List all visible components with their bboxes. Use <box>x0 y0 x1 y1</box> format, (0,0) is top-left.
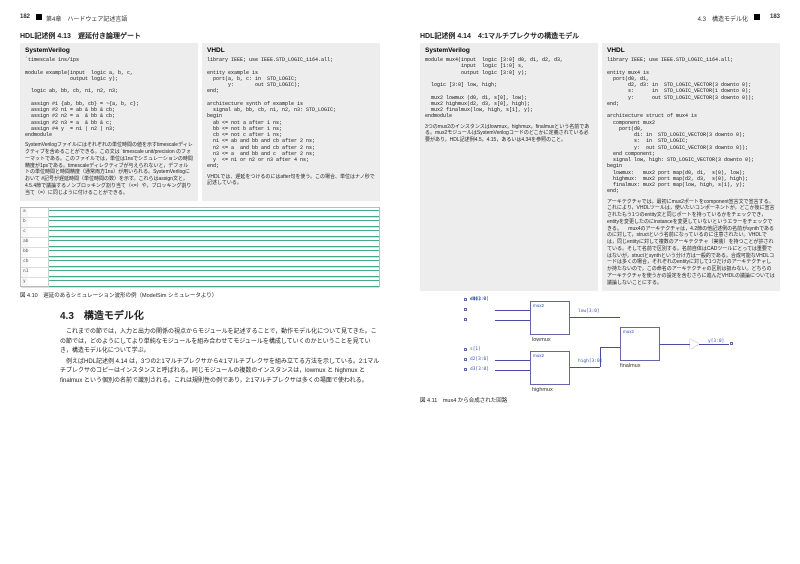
wave-row: bb <box>21 248 379 258</box>
wave-signal-trace <box>49 238 379 247</box>
sv-heading: SystemVerilog <box>25 47 193 54</box>
sv-note-413: SystemVerilogファイルにはそれぞれの単位時間の値を示すtimesca… <box>25 142 193 196</box>
pin-icon <box>464 358 467 361</box>
port-low: low[3:0] <box>578 309 600 314</box>
mux2-label: mux2 <box>533 303 544 308</box>
finalmux-name: finalmux <box>620 363 640 369</box>
section-title: 4.3 構造モデル化 <box>698 14 748 23</box>
wave-row: y <box>21 278 379 288</box>
example-4-13-title: HDL記述例 4.13 遅延付き論理ゲート <box>20 31 380 41</box>
systemverilog-box-414: SystemVerilog module mux4(input logic [3… <box>420 43 598 291</box>
code-grid-4-14: SystemVerilog module mux4(input logic [3… <box>420 43 780 291</box>
wave-signal-trace <box>49 268 379 277</box>
vhdl-code-413: library IEEE; use IEEE.STD_LOGIC_1164.al… <box>207 57 375 170</box>
wire <box>600 347 601 367</box>
waveform-figure: abcabbbcbn1y <box>20 207 380 287</box>
example-4-14-title: HDL記述例 4.14 4:1マルチプレクサの構造モデル <box>420 31 780 41</box>
figure-4-11-caption: 図 4.11 mux4 から合成された回路 <box>420 396 780 404</box>
pin-icon <box>464 348 467 351</box>
vhdl-code-414: library IEEE; use IEEE.STD_LOGIC_1164.al… <box>607 57 775 195</box>
sv-note-414: 3つのmux2のインスタンスはlowmux，highmux，finalmuxとい… <box>425 124 593 144</box>
wave-signal-label: a <box>21 208 49 217</box>
wave-signal-label: cb <box>21 258 49 267</box>
finalmux-block: mux2 <box>620 327 660 361</box>
mux2-label: mux2 <box>623 329 634 334</box>
wire <box>570 317 620 318</box>
lowmux-block: mux2 <box>530 301 570 335</box>
wave-signal-label: bb <box>21 248 49 257</box>
wave-row: n1 <box>21 268 379 278</box>
port-d1: d1[3:0] <box>470 297 489 302</box>
mux2-label: mux2 <box>533 353 544 358</box>
wave-signal-trace <box>49 258 379 267</box>
wire <box>699 344 729 345</box>
wave-signal-trace <box>49 208 379 217</box>
highmux-block: mux2 <box>530 351 570 385</box>
vhdl-box-414: VHDL library IEEE; use IEEE.STD_LOGIC_11… <box>602 43 780 291</box>
section-4-3-heading: 4.3 構造モデル化 <box>60 307 380 322</box>
body-paragraph-2: 例えばHDL記述例 4.14 は，3つの2:1マルチプレクサから4:1マルチプレ… <box>60 358 380 386</box>
wire <box>600 347 620 348</box>
vhdl-box-413: VHDL library IEEE; use IEEE.STD_LOGIC_11… <box>202 43 380 201</box>
vhdl-note-413: VHDLでは、遅延をつけるのにはafter句を使う。この場合、単位はナノ秒で記述… <box>207 174 375 188</box>
pin-icon <box>464 368 467 371</box>
wire <box>495 320 530 321</box>
wire <box>495 370 530 371</box>
page-number: 182 <box>20 14 30 23</box>
wave-row: c <box>21 228 379 238</box>
figure-4-10-caption: 図 4.10 遅延のあるシミュレーション波形の例（ModelSim シミュレータ… <box>20 291 380 299</box>
chapter-title: 第4章 ハードウェア記述言語 <box>46 14 127 23</box>
body-paragraph-1: これまでの節では，入力と出力の関係の視点からモジュールを記述することで，動作モデ… <box>60 328 380 356</box>
running-head-right: 4.3 構造モデル化 183 <box>420 14 780 23</box>
wave-signal-trace <box>49 278 379 287</box>
wave-signal-trace <box>49 218 379 227</box>
code-grid-4-13: SystemVerilog `timescale 1ns/1ps module … <box>20 43 380 201</box>
vhdl-note-414: アーキテクチャでは，最初にmux2ポートをcomponent宣言文で宣言する。こ… <box>607 199 775 287</box>
vhdl-heading: VHDL <box>207 47 375 54</box>
wire <box>570 367 600 368</box>
square-divider <box>754 14 760 20</box>
wave-signal-label: b <box>21 218 49 227</box>
sv-heading: SystemVerilog <box>425 47 593 54</box>
page-right: 4.3 構造モデル化 183 HDL記述例 4.14 4:1マルチプレクサの構造… <box>400 0 800 564</box>
port-s1: s[1] <box>470 347 481 352</box>
systemverilog-box-413: SystemVerilog `timescale 1ns/1ps module … <box>20 43 198 201</box>
wire <box>495 360 530 361</box>
wave-row: ab <box>21 238 379 248</box>
wave-signal-label: c <box>21 228 49 237</box>
wave-signal-label: ab <box>21 238 49 247</box>
wave-signal-trace <box>49 248 379 257</box>
wave-row: b <box>21 218 379 228</box>
port-d3: d3[3:0] <box>470 367 489 372</box>
wire <box>495 310 530 311</box>
square-divider <box>36 14 42 20</box>
highmux-name: highmux <box>532 387 553 393</box>
page-number: 183 <box>770 14 780 23</box>
sv-code-413: `timescale 1ns/1ps module example(input … <box>25 57 193 138</box>
pin-icon <box>464 298 467 301</box>
block-diagram-mux4: mux2 lowmux mux2 highmux mux2 finalmux s… <box>440 297 780 392</box>
port-high: high[3:0] <box>578 359 602 364</box>
wire <box>660 344 690 345</box>
port-d2: d2[3:0] <box>470 357 489 362</box>
pin-icon <box>464 318 467 321</box>
pin-icon <box>730 342 733 345</box>
wave-signal-label: y <box>21 278 49 287</box>
wave-row: cb <box>21 258 379 268</box>
buffer-icon <box>690 339 699 349</box>
lowmux-name: lowmux <box>532 337 551 343</box>
running-head-left: 182 第4章 ハードウェア記述言語 <box>20 14 380 23</box>
vhdl-heading: VHDL <box>607 47 775 54</box>
page-left: 182 第4章 ハードウェア記述言語 HDL記述例 4.13 遅延付き論理ゲート… <box>0 0 400 564</box>
wave-signal-trace <box>49 228 379 237</box>
wave-row: a <box>21 208 379 218</box>
wave-signal-label: n1 <box>21 268 49 277</box>
pin-icon <box>464 308 467 311</box>
sv-code-414: module mux4(input logic [3:0] d0, d1, d2… <box>425 57 593 120</box>
